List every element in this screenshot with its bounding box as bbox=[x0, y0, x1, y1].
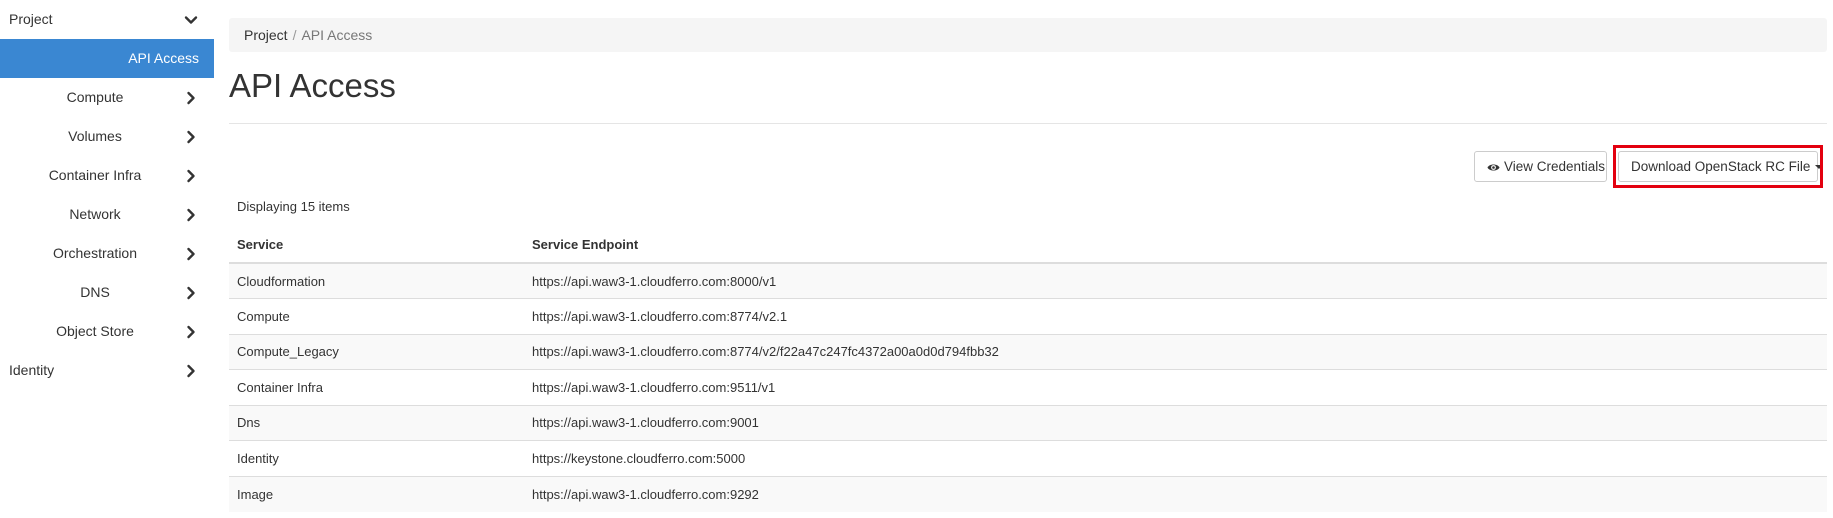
sidebar-item-compute[interactable]: Compute bbox=[0, 78, 214, 117]
sidebar-item-project[interactable]: Project bbox=[0, 0, 214, 39]
sidebar-item-label: Object Store bbox=[56, 323, 134, 339]
chevron-right-icon bbox=[184, 325, 198, 339]
service-name: Identity bbox=[229, 440, 524, 476]
sidebar-item-label: Compute bbox=[66, 89, 124, 105]
table-row: Compute_Legacy https://api.waw3-1.cloudf… bbox=[229, 333, 1827, 370]
sidebar-item-network[interactable]: Network bbox=[0, 195, 214, 234]
service-endpoint: https://api.waw3-1.cloudferro.com:8774/v… bbox=[524, 333, 1827, 370]
service-name: Cloudformation bbox=[229, 262, 524, 299]
table-row: Dns https://api.waw3-1.cloudferro.com:90… bbox=[229, 404, 1827, 441]
sidebar-item-label: Orchestration bbox=[52, 245, 138, 261]
chevron-right-icon bbox=[184, 247, 198, 261]
api-endpoints-table: Service Service Endpoint Cloudformation … bbox=[229, 227, 1827, 512]
table-row: Identity https://keystone.cloudferro.com… bbox=[229, 440, 1827, 476]
chevron-right-icon bbox=[184, 91, 198, 105]
sidebar-item-container-infra[interactable]: Container Infra bbox=[0, 156, 214, 195]
breadcrumb-separator: / bbox=[292, 27, 297, 43]
sidebar-item-label: Project bbox=[9, 11, 53, 27]
service-endpoint: https://api.waw3-1.cloudferro.com:9001 bbox=[524, 404, 1827, 441]
sidebar-item-object-store[interactable]: Object Store bbox=[0, 312, 214, 351]
sidebar-item-label: Network bbox=[69, 206, 121, 222]
chevron-right-icon bbox=[184, 364, 198, 378]
service-endpoint: https://api.waw3-1.cloudferro.com:9292 bbox=[524, 475, 1827, 512]
view-credentials-button[interactable]: View Credentials bbox=[1474, 151, 1607, 182]
service-name: Container Infra bbox=[229, 369, 524, 405]
table-row: Cloudformation https://api.waw3-1.cloudf… bbox=[229, 262, 1827, 299]
table-header-row: Service Service Endpoint bbox=[229, 227, 1827, 264]
service-name: Compute_Legacy bbox=[229, 333, 524, 370]
service-name: Compute bbox=[229, 298, 524, 334]
download-rc-file-label: Download OpenStack RC File bbox=[1631, 159, 1811, 174]
service-endpoint: https://api.waw3-1.cloudferro.com:8774/v… bbox=[524, 298, 1827, 334]
sidebar-item-label: Identity bbox=[9, 362, 55, 378]
view-credentials-label: View Credentials bbox=[1504, 159, 1606, 174]
sidebar-item-label: Volumes bbox=[68, 128, 122, 144]
breadcrumb-current: API Access bbox=[301, 27, 373, 43]
sidebar-item-label: DNS bbox=[80, 284, 110, 300]
service-name: Dns bbox=[229, 404, 524, 441]
service-endpoint: https://keystone.cloudferro.com:5000 bbox=[524, 440, 1827, 476]
table-row: Image https://api.waw3-1.cloudferro.com:… bbox=[229, 475, 1827, 512]
sidebar-item-dns[interactable]: DNS bbox=[0, 273, 214, 312]
caret-down-icon bbox=[1815, 165, 1824, 169]
sidebar-item-volumes[interactable]: Volumes bbox=[0, 117, 214, 156]
chevron-right-icon bbox=[184, 169, 198, 183]
eye-icon bbox=[1487, 154, 1500, 183]
table-row: Compute https://api.waw3-1.cloudferro.co… bbox=[229, 298, 1827, 334]
main-content: Project / API Access API Access View Crede… bbox=[229, 0, 1827, 518]
chevron-right-icon bbox=[184, 208, 198, 222]
sidebar-item-label: Container Infra bbox=[48, 167, 142, 183]
sidebar-item-orchestration[interactable]: Orchestration bbox=[0, 234, 214, 273]
sidebar-item-label: API Access bbox=[128, 50, 199, 66]
sidebar-item-identity[interactable]: Identity bbox=[0, 351, 214, 390]
chevron-right-icon bbox=[184, 130, 198, 144]
service-endpoint: https://api.waw3-1.cloudferro.com:8000/v… bbox=[524, 262, 1827, 299]
chevron-down-icon bbox=[184, 13, 198, 27]
title-divider bbox=[229, 123, 1827, 124]
sidebar-item-api-access[interactable]: API Access bbox=[0, 39, 214, 78]
breadcrumb-project-link[interactable]: Project bbox=[244, 27, 288, 43]
column-header-endpoint: Service Endpoint bbox=[524, 227, 1827, 264]
page-title: API Access bbox=[229, 67, 396, 104]
service-endpoint: https://api.waw3-1.cloudferro.com:9511/v… bbox=[524, 369, 1827, 405]
service-name: Image bbox=[229, 475, 524, 512]
chevron-right-icon bbox=[184, 286, 198, 300]
download-rc-file-button[interactable]: Download OpenStack RC File bbox=[1618, 151, 1824, 182]
column-header-service: Service bbox=[229, 227, 524, 264]
sidebar: Project API Access Compute Volumes Conta… bbox=[0, 0, 214, 518]
table-row: Container Infra https://api.waw3-1.cloud… bbox=[229, 369, 1827, 405]
item-count: Displaying 15 items bbox=[237, 199, 350, 214]
breadcrumb: Project / API Access bbox=[229, 18, 1827, 52]
